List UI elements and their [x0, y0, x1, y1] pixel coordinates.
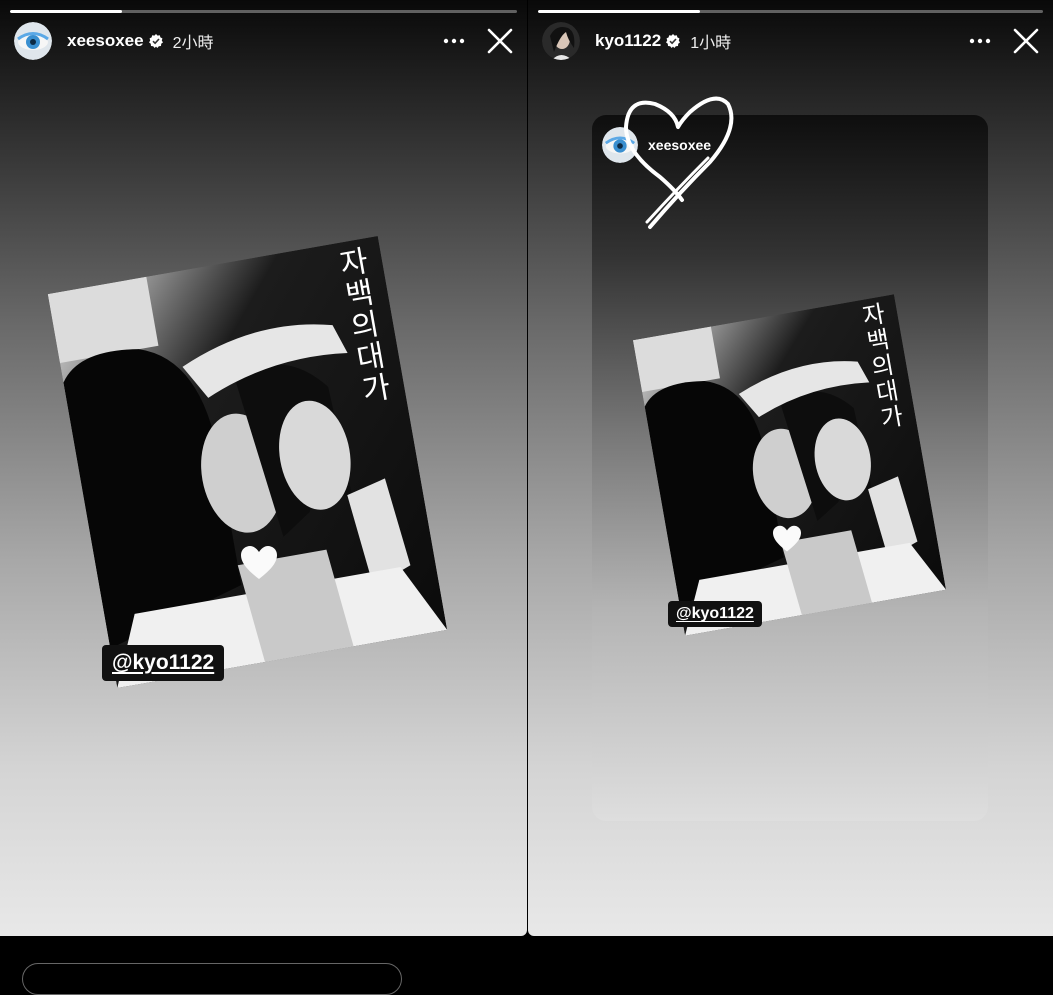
mention-tag[interactable]: @kyo1122 [668, 601, 762, 627]
story-username[interactable]: kyo1122 [595, 31, 661, 51]
story-timestamp: 2小時 [172, 35, 214, 52]
heart-sticker-icon [241, 546, 277, 579]
story-panel-right[interactable]: kyo1122 1小時 xeesoxee 자백의대가 @kyo1122 [528, 0, 1053, 936]
mention-tag[interactable]: @kyo1122 [102, 645, 225, 681]
story-username[interactable]: xeesoxee [67, 31, 144, 51]
story-timestamp: 1小時 [690, 35, 732, 52]
portrait-avatar[interactable] [542, 22, 580, 60]
story-progress-bar [538, 10, 1043, 13]
reply-input[interactable] [22, 963, 402, 995]
story-progress-fill [10, 10, 122, 13]
heart-doodle-icon [624, 96, 734, 229]
story-header: xeesoxee 2小時 [14, 20, 517, 62]
verified-badge-icon [148, 34, 163, 48]
story-photo[interactable]: 자백의대가 [47, 235, 448, 689]
story-progress-bar [10, 10, 517, 13]
story-panel-left[interactable]: xeesoxee 2小時 자백의대가 @kyo1122 [0, 0, 527, 936]
verified-badge-icon [666, 34, 681, 48]
story-photo[interactable]: 자백의대가 [632, 294, 947, 636]
close-icon[interactable] [483, 24, 517, 58]
more-options-icon[interactable] [439, 26, 469, 56]
heart-sticker-icon [773, 525, 801, 552]
story-progress-fill [538, 10, 700, 13]
more-options-icon[interactable] [965, 26, 995, 56]
blue-eye-avatar[interactable] [14, 22, 52, 60]
story-header: kyo1122 1小時 [542, 20, 1043, 62]
close-icon[interactable] [1009, 24, 1043, 58]
